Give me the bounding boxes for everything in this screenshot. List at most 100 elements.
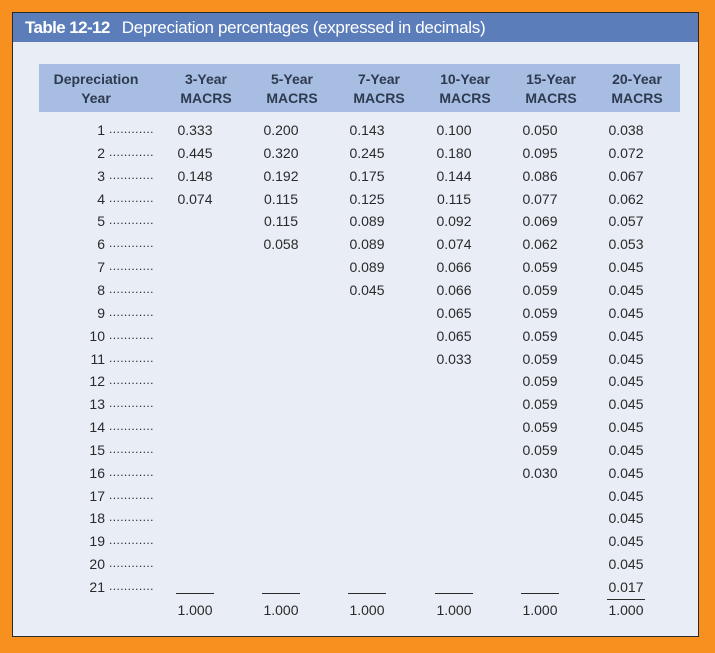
table-row: 6............ 0.058 0.089 0.074 0.062 0.053 bbox=[13, 236, 698, 256]
year-label: 20 bbox=[89, 556, 105, 573]
cell-5-year: 0.192 bbox=[263, 167, 299, 184]
header-depreciation-year: Depreciation Year bbox=[53, 71, 139, 106]
cell-20-year: 0.045 bbox=[608, 487, 644, 504]
cell-20-year: 0.062 bbox=[608, 190, 644, 207]
cell-15-year: 0.059 bbox=[522, 419, 558, 436]
table-row: 18............ 0.045 bbox=[13, 510, 698, 530]
cell-15-year: 0.095 bbox=[522, 144, 558, 161]
cell-10-year: 0.065 bbox=[436, 304, 472, 321]
cell-20-year: 0.045 bbox=[608, 350, 644, 367]
leader-dots: ............ bbox=[109, 281, 154, 296]
table-row: 20............ 0.045 bbox=[13, 556, 698, 576]
header-10-year: 10-Year MACRS bbox=[439, 71, 491, 106]
year-label: 10 bbox=[89, 327, 105, 344]
cell-20-year: 0.045 bbox=[608, 373, 644, 390]
cell-15-year: 0.059 bbox=[522, 350, 558, 367]
year-label: 17 bbox=[89, 487, 105, 504]
cell-15-year: 0.069 bbox=[522, 213, 558, 230]
cell-10-year: 0.180 bbox=[436, 144, 472, 161]
table-row: 16............ 0.030 0.045 bbox=[13, 465, 698, 485]
cell-10-year: 0.115 bbox=[437, 190, 471, 207]
table-row: 8............ 0.045 0.066 0.059 0.045 bbox=[13, 282, 698, 302]
cell-15-year: 0.059 bbox=[522, 281, 558, 298]
year-label: 14 bbox=[89, 419, 105, 436]
sum-rule bbox=[435, 593, 473, 594]
leader-dots: ............ bbox=[109, 396, 154, 411]
total-7-year: 1.000 bbox=[349, 602, 385, 618]
cell-20-year: 0.017 bbox=[608, 579, 644, 595]
cell-10-year: 0.066 bbox=[436, 281, 472, 298]
leader-dots: ............ bbox=[109, 144, 154, 159]
cell-10-year: 0.065 bbox=[436, 327, 472, 344]
table-row: 15............ 0.059 0.045 bbox=[13, 442, 698, 462]
year-label: 12 bbox=[89, 373, 105, 390]
cell-5-year: 0.115 bbox=[264, 213, 298, 230]
cell-15-year: 0.050 bbox=[522, 122, 558, 138]
cell-5-year: 0.320 bbox=[263, 144, 299, 161]
year-label: 18 bbox=[89, 510, 105, 527]
cell-20-year: 0.067 bbox=[608, 167, 644, 184]
table-title-bar: Table 12-12 Depreciation percentages (ex… bbox=[13, 13, 698, 42]
table-number: Table 12-12 bbox=[25, 17, 110, 37]
table-panel: Table 12-12 Depreciation percentages (ex… bbox=[12, 12, 699, 637]
table-row: 11............ 0.033 0.059 0.045 bbox=[13, 351, 698, 371]
year-label: 13 bbox=[89, 396, 105, 413]
total-5-year: 1.000 bbox=[263, 602, 299, 618]
year-label: 19 bbox=[89, 533, 105, 550]
year-label: 6 bbox=[97, 236, 105, 253]
total-20-year: 1.000 bbox=[608, 602, 644, 618]
header-5-year: 5-Year MACRS bbox=[266, 71, 318, 106]
cell-20-year: 0.038 bbox=[608, 122, 644, 138]
year-label: 9 bbox=[97, 304, 105, 321]
leader-dots: ............ bbox=[109, 350, 154, 365]
cell-3-year: 0.445 bbox=[177, 144, 213, 161]
sum-rule bbox=[176, 593, 214, 594]
header-7-year: 7-Year MACRS bbox=[353, 71, 405, 106]
leader-dots: ............ bbox=[109, 213, 154, 228]
cell-7-year: 0.143 bbox=[349, 122, 385, 138]
leader-dots: ............ bbox=[109, 487, 154, 502]
cell-3-year: 0.074 bbox=[177, 190, 213, 207]
table-title: Depreciation percentages (expressed in d… bbox=[121, 17, 486, 37]
cell-20-year: 0.045 bbox=[608, 464, 644, 481]
leader-dots: ............ bbox=[109, 441, 154, 456]
table-row: 17............ 0.045 bbox=[13, 488, 698, 508]
table-row: 5............ 0.115 0.089 0.092 0.069 0.057 bbox=[13, 213, 698, 233]
cell-20-year: 0.057 bbox=[608, 213, 644, 230]
cell-15-year: 0.059 bbox=[522, 327, 558, 344]
cell-15-year: 0.059 bbox=[522, 304, 558, 321]
year-label: 4 bbox=[97, 190, 105, 207]
cell-3-year: 0.148 bbox=[177, 167, 213, 184]
table-row: 10............ 0.065 0.059 0.045 bbox=[13, 328, 698, 348]
leader-dots: ............ bbox=[109, 419, 154, 434]
cell-15-year: 0.086 bbox=[522, 167, 558, 184]
leader-dots: ............ bbox=[109, 259, 154, 274]
cell-20-year: 0.045 bbox=[608, 327, 644, 344]
table-row: 4............ 0.074 0.115 0.125 0.115 0.077 0.… bbox=[13, 191, 698, 211]
year-label: 3 bbox=[97, 167, 105, 184]
cell-20-year: 0.053 bbox=[608, 236, 644, 253]
cell-10-year: 0.100 bbox=[436, 122, 472, 138]
leader-dots: ............ bbox=[109, 190, 154, 205]
header-3-year: 3-Year MACRS bbox=[180, 71, 232, 106]
cell-7-year: 0.089 bbox=[349, 259, 385, 276]
table-row: 12............ 0.059 0.045 bbox=[13, 373, 698, 393]
cell-10-year: 0.074 bbox=[436, 236, 472, 253]
cell-10-year: 0.092 bbox=[436, 213, 472, 230]
cell-7-year: 0.089 bbox=[349, 213, 385, 230]
cell-5-year: 0.115 bbox=[264, 190, 298, 207]
cell-15-year: 0.059 bbox=[522, 441, 558, 458]
leader-dots: ............ bbox=[109, 579, 154, 593]
cell-15-year: 0.030 bbox=[522, 464, 558, 481]
cell-20-year: 0.045 bbox=[608, 281, 644, 298]
cell-7-year: 0.089 bbox=[349, 236, 385, 253]
cell-20-year: 0.045 bbox=[608, 533, 644, 550]
table-row: 13............ 0.059 0.045 bbox=[13, 396, 698, 416]
cell-7-year: 0.045 bbox=[349, 281, 385, 298]
table-row: 2............ 0.445 0.320 0.245 0.180 0.095 0.… bbox=[13, 145, 698, 165]
cell-20-year: 0.045 bbox=[608, 510, 644, 527]
cell-20-year: 0.045 bbox=[608, 396, 644, 413]
leader-dots: ............ bbox=[109, 304, 154, 319]
header-20-year: 20-Year MACRS bbox=[611, 71, 663, 106]
cell-20-year: 0.045 bbox=[608, 556, 644, 573]
